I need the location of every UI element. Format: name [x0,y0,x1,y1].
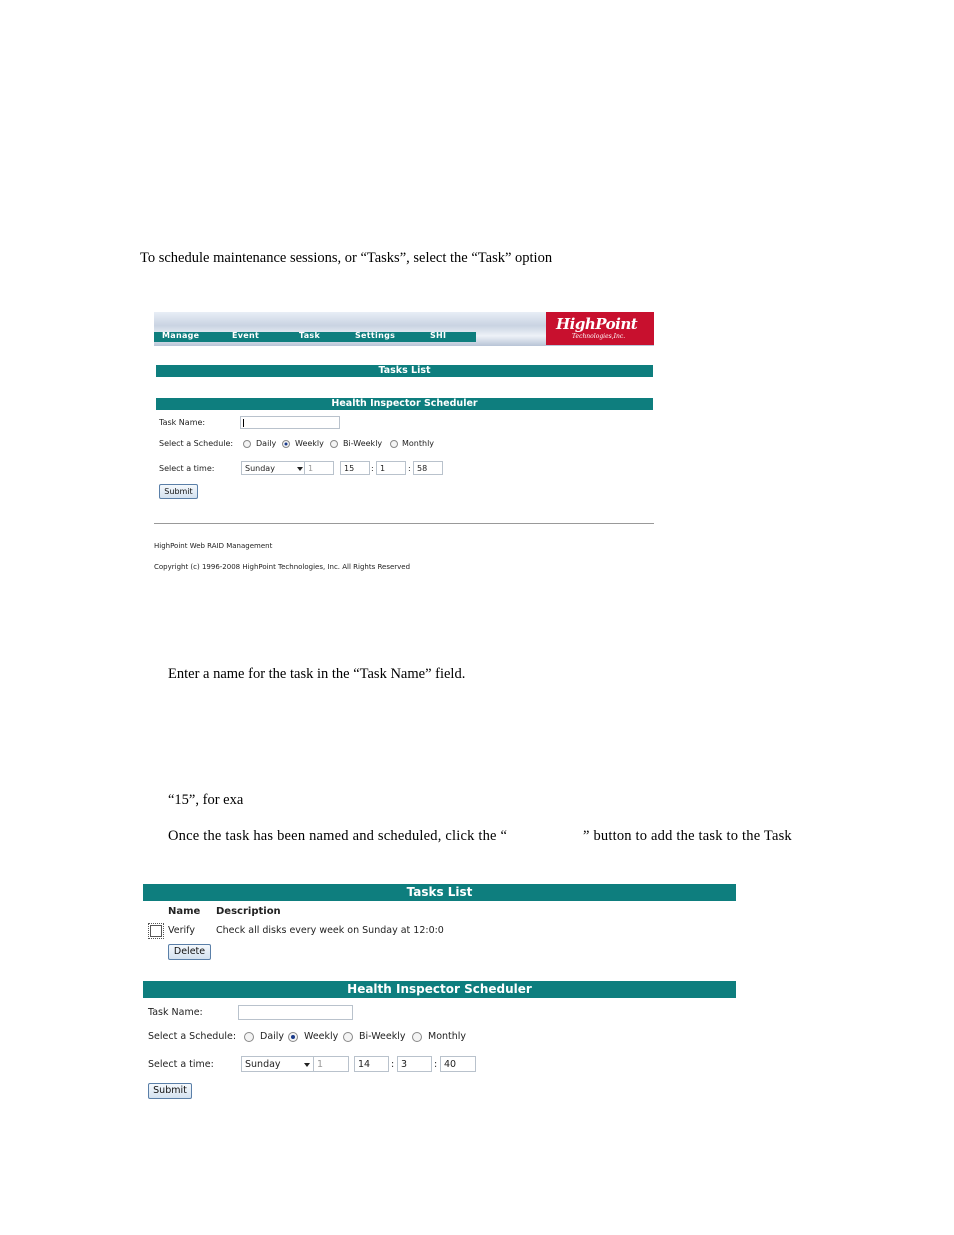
radio-biweekly[interactable] [330,440,338,448]
time-label: Select a time: [148,1059,214,1070]
radio-daily[interactable] [244,1032,254,1042]
task-name-input[interactable] [240,416,340,429]
second-input-value: 40 [444,1059,457,1070]
day-select[interactable]: Sunday [241,1056,314,1072]
radio-monthly-label: Monthly [428,1031,467,1042]
scheduler-header: Health Inspector Scheduler [143,981,736,998]
day-select-value: Sunday [245,464,275,473]
minute-input[interactable]: 3 [397,1056,432,1072]
nav-item-task[interactable]: Task [299,331,320,340]
day-select-value: Sunday [245,1059,281,1070]
hour-input-value: 14 [358,1059,371,1070]
hour-input[interactable]: 14 [354,1056,389,1072]
radio-daily-label: Daily [260,1031,285,1042]
scheduler-header: Health Inspector Scheduler [156,398,653,410]
logo-line2: Technologies,Inc. [572,333,626,340]
radio-weekly-label: Weekly [304,1031,339,1042]
submit-button[interactable]: Submit [159,484,198,499]
minute-input-value: 3 [401,1059,408,1070]
radio-biweekly[interactable] [343,1032,353,1042]
second-input-value: 58 [417,464,428,473]
time-separator: : [391,1059,395,1070]
task-name-label: Task Name: [148,1007,203,1018]
radio-weekly[interactable] [282,440,290,448]
chevron-down-icon [297,467,303,471]
radio-monthly[interactable] [412,1032,422,1042]
task-name-input[interactable] [238,1005,353,1020]
hour-input[interactable]: 15 [340,461,370,475]
radio-biweekly-label: Bi-Weekly [343,439,383,448]
time-separator: : [408,464,411,473]
radio-biweekly-label: Bi-Weekly [359,1031,406,1042]
nav-item-settings[interactable]: Settings [355,331,395,340]
intro-text: To schedule maintenance sessions, or “Ta… [140,250,553,266]
text-cursor [243,419,244,427]
step-example-text: “15”, for exa [168,792,244,808]
step-submit-text-a: Once the task has been named and schedul… [168,828,508,844]
time-separator: : [434,1059,438,1070]
nav-bar: Manage Event Task Settings SHI HighPoint… [154,312,654,346]
radio-weekly[interactable] [288,1032,298,1042]
logo-line1: HighPoint [556,315,638,333]
radio-weekly-label: Weekly [295,439,324,448]
schedule-label: Select a Schedule: [148,1031,237,1042]
screenshot-task-list: Tasks List Name Description Verify Check… [143,884,737,1104]
tasks-list-header: Tasks List [156,365,653,377]
task-name-label: Task Name: [159,418,206,427]
divider [154,523,654,524]
task-row-name: Verify [168,925,195,936]
nav-item-event[interactable]: Event [232,331,259,340]
minute-input[interactable]: 1 [376,461,406,475]
radio-daily[interactable] [243,440,251,448]
radio-monthly-label: Monthly [402,439,435,448]
time-separator: : [371,464,374,473]
nav-item-shi[interactable]: SHI [430,331,446,340]
submit-button[interactable]: Submit [148,1083,192,1099]
date-input[interactable]: 1 [313,1056,349,1072]
minute-input-value: 1 [380,464,386,473]
radio-monthly[interactable] [390,440,398,448]
chevron-down-icon [304,1063,310,1067]
date-input-value: 1 [317,1059,324,1070]
hour-input-value: 15 [344,464,355,473]
day-select[interactable]: Sunday [241,461,305,475]
second-input[interactable]: 40 [440,1056,476,1072]
step-name-text: Enter a name for the task in the “Task N… [168,666,466,682]
radio-daily-label: Daily [256,439,277,448]
col-header-name: Name [168,906,201,917]
nav-item-manage[interactable]: Manage [162,331,199,340]
screenshot-scheduler: Manage Event Task Settings SHI HighPoint… [154,312,654,582]
task-checkbox[interactable] [148,923,164,939]
second-input[interactable]: 58 [413,461,443,475]
date-input-value: 1 [308,464,314,473]
task-row-description: Check all disks every week on Sunday at … [216,925,444,936]
highpoint-logo: HighPoint Technologies,Inc. [546,312,654,345]
delete-button[interactable]: Delete [168,944,211,960]
footer-copyright: Copyright (c) 1996-2008 HighPoint Techno… [154,563,411,571]
step-submit-text-b: ” button to add the task to the Task [583,828,792,844]
schedule-label: Select a Schedule: [159,439,234,448]
time-label: Select a time: [159,464,215,473]
footer-title: HighPoint Web RAID Management [154,542,273,550]
col-header-description: Description [216,906,281,917]
tasks-list-header: Tasks List [143,884,736,901]
date-input[interactable]: 1 [304,461,334,475]
